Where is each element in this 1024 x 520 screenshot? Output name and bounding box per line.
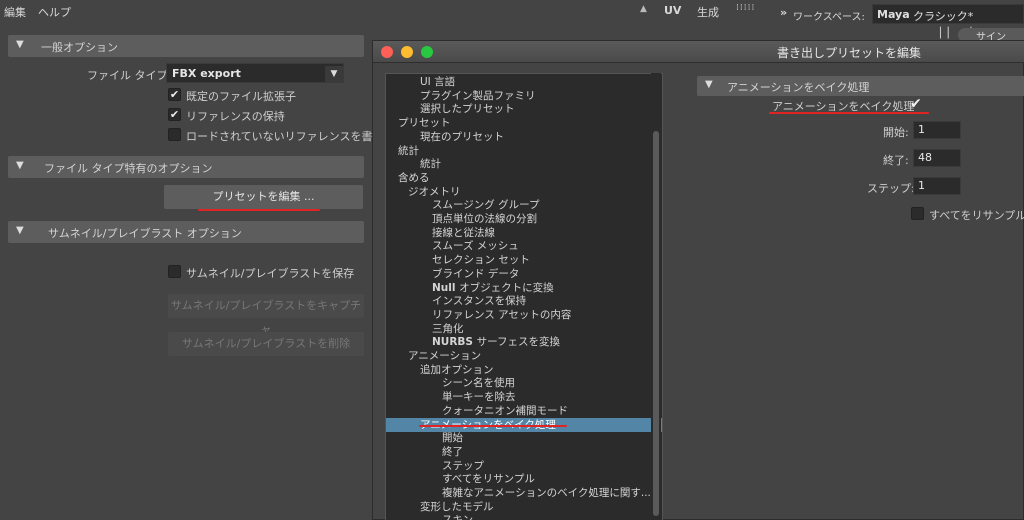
file-type-label: ファイル タイプ: [87, 69, 172, 82]
end-field[interactable]: 48 [913, 149, 961, 167]
tree-item[interactable]: スキン [386, 513, 662, 520]
step-field[interactable]: 1 [913, 177, 961, 195]
tree-item[interactable]: 統計 [386, 144, 662, 158]
collapse-triangle-icon: ▼ [705, 79, 713, 90]
unloaded-references-label: ロードされていないリファレンスを書き出 [186, 130, 372, 143]
tree-item[interactable]: プリセット [386, 116, 662, 130]
workspace-value: クラシック* [913, 10, 974, 23]
resample-all-checkbox[interactable] [911, 207, 924, 220]
dialog-titlebar[interactable]: 書き出しプリセットを編集 [373, 41, 1024, 63]
tree-item[interactable]: UI 言語 [386, 75, 662, 89]
bake-animation-header[interactable]: ▼ アニメーションをベイク処理 [697, 76, 1024, 96]
menu-help[interactable]: ヘルプ [38, 4, 71, 20]
menu-bar: 編集 ヘルプ ▲ UV 生成 ⁞⁞⁞⁞⁞ » ワークスペース: Maya クラシ… [0, 0, 1024, 43]
tree-item[interactable]: ステップ [386, 459, 662, 473]
edit-export-presets-dialog: 書き出しプリセットを編集 UI 言語 プラグイン製品ファミリ 選択したプリセット プリ… [372, 40, 1024, 520]
tree-item[interactable]: 単一キーを除去 [386, 390, 662, 404]
collapse-triangle-icon: ▼ [16, 225, 24, 236]
file-type-select[interactable]: FBX export ▼ [166, 63, 344, 83]
unloaded-references-checkbox[interactable] [168, 128, 181, 141]
tree-item[interactable]: NURBS サーフェスを変換 [386, 335, 662, 349]
tree-item[interactable]: アニメーション [386, 349, 662, 363]
tree-scrollbar-thumb[interactable] [653, 131, 659, 516]
save-thumbnail-checkbox[interactable] [168, 265, 181, 278]
step-label: ステップ: [867, 182, 915, 195]
tree-item[interactable]: 現在のプリセット [386, 130, 662, 144]
tree-item[interactable]: ブラインド データ [386, 267, 662, 281]
tree-item[interactable]: 選択したプリセット [386, 102, 662, 116]
tree-item[interactable]: スムーズ メッシュ [386, 239, 662, 253]
shelf-grip-icon[interactable]: ▲ [640, 4, 648, 14]
chevron-right-icon[interactable]: » [780, 6, 787, 19]
tree-item[interactable]: 複雑なアニメーションのベイク処理に関す... [386, 486, 662, 500]
thumbnail-options-title: サムネイル/プレイブラスト オプション [48, 227, 242, 240]
tree-item[interactable]: クォータニオン補間モード [386, 404, 662, 418]
save-thumbnail-label: サムネイル/プレイブラストを保存 [186, 267, 355, 280]
delete-thumbnail-button[interactable]: サムネイル/プレイブラストを削除 [168, 332, 364, 356]
start-label: 開始: [883, 126, 909, 139]
tree-item[interactable]: 含める [386, 171, 662, 185]
start-field[interactable]: 1 [913, 121, 961, 139]
tree-item[interactable]: インスタンスを保持 [386, 294, 662, 308]
preserve-references-label: リファレンスの保持 [186, 110, 285, 123]
edit-presets-button[interactable]: プリセットを編集 ... [164, 185, 363, 209]
annotation-underline [769, 112, 929, 114]
tree-item[interactable]: スムージング グループ [386, 198, 662, 212]
tree-item[interactable]: ジオメトリ [386, 185, 662, 199]
preserve-references-checkbox[interactable]: ✔ [168, 108, 181, 121]
file-type-specific-header[interactable]: ▼ ファイル タイプ特有のオプション [8, 156, 364, 178]
default-extension-label: 既定のファイル拡張子 [186, 90, 296, 103]
tree-item-bold-prefix: Null [432, 281, 460, 294]
tree-item[interactable]: 終了 [386, 445, 662, 459]
tree-item[interactable]: 追加オプション [386, 363, 662, 377]
tree-item[interactable]: 変形したモデル [386, 500, 662, 514]
dialog-title: 書き出しプリセットを編集 [776, 46, 921, 60]
tree-item[interactable]: Null オブジェクトに変換 [386, 281, 662, 295]
general-options-title: 一般オプション [41, 41, 118, 54]
tree-item[interactable]: シーン名を使用 [386, 376, 662, 390]
default-extension-checkbox[interactable]: ✔ [168, 88, 181, 101]
file-type-value: FBX export [172, 67, 241, 80]
tree-item[interactable]: セレクション セット [386, 253, 662, 267]
tree-item[interactable]: 統計 [386, 157, 662, 171]
resample-all-label: すべてをリサンプル [929, 209, 1024, 222]
bake-animation-header-title: アニメーションをベイク処理 [727, 81, 870, 94]
menu-generate[interactable]: 生成 [697, 4, 719, 20]
workspace-label: ワークスペース: [793, 12, 865, 23]
thumbnail-options-header[interactable]: ▼ サムネイル/プレイブラスト オプション [8, 221, 364, 243]
file-type-specific-title: ファイル タイプ特有のオプション [44, 162, 213, 175]
tree-item[interactable]: 開始 [386, 431, 662, 445]
workspace-select[interactable]: Maya クラシック* [872, 4, 1024, 24]
collapse-triangle-icon: ▼ [16, 39, 24, 50]
toolbar-dots-icon: ⁞⁞⁞⁞⁞ [736, 3, 756, 13]
chevron-down-icon: ▼ [325, 66, 343, 82]
tree-item[interactable]: プラグイン製品ファミリ [386, 89, 662, 103]
menu-uv[interactable]: UV [664, 4, 681, 17]
tree-item[interactable]: 三角化 [386, 322, 662, 336]
tree-item[interactable]: 接線と従法線 [386, 226, 662, 240]
general-options-header[interactable]: ▼ 一般オプション [8, 35, 364, 57]
annotation-underline [419, 425, 567, 427]
capture-thumbnail-button[interactable]: サムネイル/プレイブラストをキャプチャ [168, 294, 364, 336]
tree-item-bold-prefix: NURBS [432, 336, 477, 349]
end-label: 終了: [883, 154, 909, 167]
bake-animation-checkmark-icon[interactable]: ✔ [910, 96, 922, 112]
tree-item[interactable]: すべてをリサンプル [386, 472, 662, 486]
annotation-underline [198, 209, 320, 211]
tree-item[interactable]: 頂点単位の法線の分割 [386, 212, 662, 226]
menu-edit[interactable]: 編集 [4, 4, 26, 20]
tree-item[interactable]: リファレンス アセットの内容 [386, 308, 662, 322]
preset-tree[interactable]: UI 言語 プラグイン製品ファミリ 選択したプリセット プリセット 現在のプリセット 統計… [385, 73, 663, 520]
workspace-value-bold: Maya [877, 8, 910, 21]
collapse-triangle-icon: ▼ [16, 160, 24, 171]
